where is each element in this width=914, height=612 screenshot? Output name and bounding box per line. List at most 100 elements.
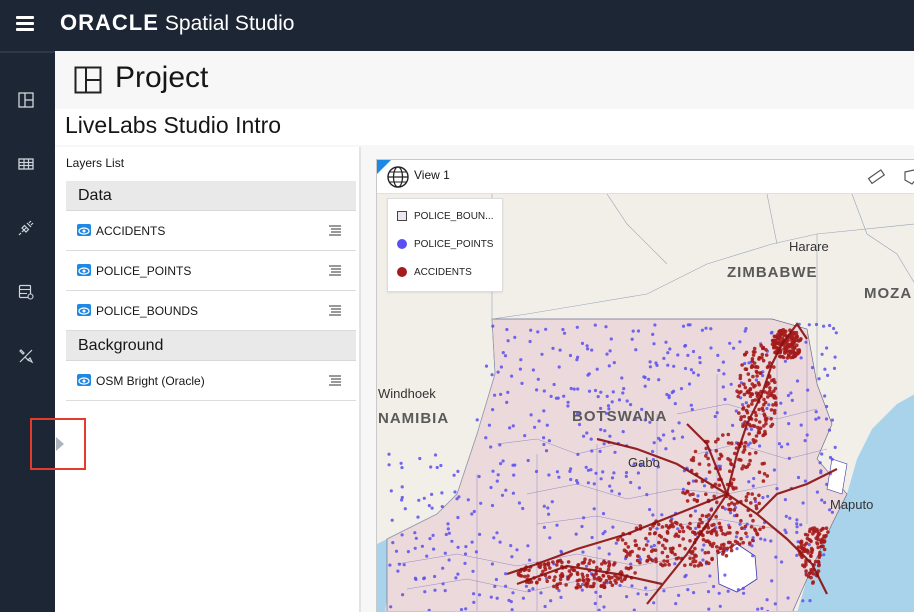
legend-label: POLICE_POINTS bbox=[414, 238, 494, 250]
police-point-marker bbox=[599, 390, 603, 394]
tools-icon[interactable] bbox=[16, 346, 36, 366]
accident-marker bbox=[754, 413, 758, 418]
accident-marker bbox=[660, 563, 665, 568]
police-point-marker bbox=[760, 606, 764, 611]
layer-group-data[interactable]: Data bbox=[66, 181, 356, 211]
police-point-marker bbox=[493, 584, 497, 588]
accident-marker bbox=[816, 531, 821, 536]
police-point-marker bbox=[825, 346, 829, 350]
visibility-eye-icon[interactable] bbox=[77, 224, 91, 236]
hamburger-menu-icon[interactable] bbox=[14, 13, 36, 35]
police-point-marker bbox=[698, 361, 702, 365]
visibility-eye-icon[interactable] bbox=[77, 304, 91, 316]
accident-marker bbox=[755, 532, 760, 537]
accident-marker bbox=[718, 546, 722, 550]
accident-marker bbox=[688, 539, 692, 543]
police-point-marker bbox=[586, 373, 590, 377]
police-point-marker bbox=[654, 361, 658, 365]
layer-menu-icon[interactable] bbox=[328, 373, 342, 387]
police-point-marker bbox=[389, 605, 393, 609]
police-point-marker bbox=[536, 330, 540, 334]
accident-marker bbox=[761, 345, 766, 350]
accident-marker bbox=[734, 486, 738, 490]
ruler-icon[interactable] bbox=[867, 168, 886, 186]
legend-label: ACCIDENTS bbox=[414, 266, 472, 278]
accident-marker bbox=[714, 449, 719, 453]
layer-item-police-bounds[interactable]: POLICE_BOUNDS bbox=[66, 291, 356, 331]
accident-marker bbox=[697, 462, 702, 466]
police-point-marker bbox=[464, 607, 468, 611]
visibility-eye-icon[interactable] bbox=[77, 374, 91, 386]
accident-marker bbox=[747, 452, 752, 456]
police-point-marker bbox=[533, 425, 537, 429]
project-layout-icon[interactable] bbox=[16, 90, 36, 110]
table-icon[interactable] bbox=[16, 154, 36, 174]
police-point-marker bbox=[741, 586, 745, 590]
police-point-marker bbox=[773, 602, 777, 606]
layer-item-accidents[interactable]: ACCIDENTS bbox=[66, 211, 356, 251]
accident-marker bbox=[788, 344, 792, 348]
project-name: LiveLabs Studio Intro bbox=[65, 112, 282, 138]
accident-marker bbox=[809, 554, 813, 558]
police-point-marker bbox=[665, 392, 669, 397]
accident-marker bbox=[792, 339, 796, 344]
police-point-marker bbox=[511, 424, 515, 428]
select-shape-icon[interactable] bbox=[902, 168, 914, 186]
police-point-marker bbox=[495, 479, 499, 483]
layer-item-osm-bright[interactable]: OSM Bright (Oracle) bbox=[66, 361, 356, 401]
accident-marker bbox=[748, 541, 752, 545]
accident-marker bbox=[739, 417, 743, 422]
accident-marker bbox=[580, 572, 585, 576]
layer-menu-icon[interactable] bbox=[328, 223, 342, 237]
accident-marker bbox=[775, 341, 780, 345]
main-content: Project LiveLabs Studio Intro Layers Lis… bbox=[55, 51, 914, 612]
police-point-marker bbox=[693, 509, 697, 513]
brand-oracle: ORACLE bbox=[60, 10, 159, 35]
accident-marker bbox=[797, 348, 801, 352]
accident-marker bbox=[527, 580, 531, 585]
accident-marker bbox=[693, 546, 697, 551]
expand-sidebar-handle[interactable] bbox=[30, 418, 86, 470]
accident-marker bbox=[602, 581, 607, 585]
police-point-marker bbox=[713, 414, 717, 419]
accident-marker bbox=[725, 546, 730, 551]
accident-marker bbox=[819, 544, 823, 549]
layer-menu-icon[interactable] bbox=[328, 263, 342, 277]
police-point-marker bbox=[456, 572, 460, 576]
accident-marker bbox=[704, 492, 708, 497]
police-point-marker bbox=[789, 391, 793, 395]
layer-group-background[interactable]: Background bbox=[66, 331, 356, 361]
police-point-marker bbox=[735, 547, 739, 551]
police-point-marker bbox=[833, 355, 837, 359]
police-point-marker bbox=[786, 442, 790, 446]
police-point-marker bbox=[413, 531, 417, 535]
police-point-marker bbox=[513, 335, 517, 339]
accident-marker bbox=[724, 554, 729, 558]
database-settings-icon[interactable] bbox=[16, 282, 36, 302]
layer-menu-icon[interactable] bbox=[328, 303, 342, 317]
police-point-marker bbox=[652, 601, 656, 605]
police-point-marker bbox=[770, 579, 774, 583]
police-point-marker bbox=[825, 482, 829, 486]
layer-item-police-points[interactable]: POLICE_POINTS bbox=[66, 251, 356, 291]
accident-marker bbox=[610, 583, 615, 587]
accident-marker bbox=[752, 440, 756, 445]
police-point-marker bbox=[456, 545, 460, 549]
accident-marker bbox=[576, 582, 580, 587]
police-point-marker bbox=[751, 554, 755, 558]
police-point-marker bbox=[576, 452, 580, 456]
plug-icon[interactable] bbox=[16, 218, 36, 238]
police-point-marker bbox=[820, 352, 824, 356]
police-point-marker bbox=[765, 406, 769, 411]
accident-marker bbox=[644, 543, 649, 547]
accident-marker bbox=[688, 513, 693, 518]
accident-marker bbox=[733, 539, 738, 544]
police-point-marker bbox=[787, 422, 791, 426]
police-point-marker bbox=[518, 367, 522, 371]
police-point-marker bbox=[582, 516, 586, 520]
label-maputo: Maputo bbox=[830, 497, 873, 512]
visibility-eye-icon[interactable] bbox=[77, 264, 91, 276]
police-point-marker bbox=[433, 588, 437, 592]
police-point-marker bbox=[803, 479, 807, 483]
police-point-marker bbox=[729, 382, 733, 386]
